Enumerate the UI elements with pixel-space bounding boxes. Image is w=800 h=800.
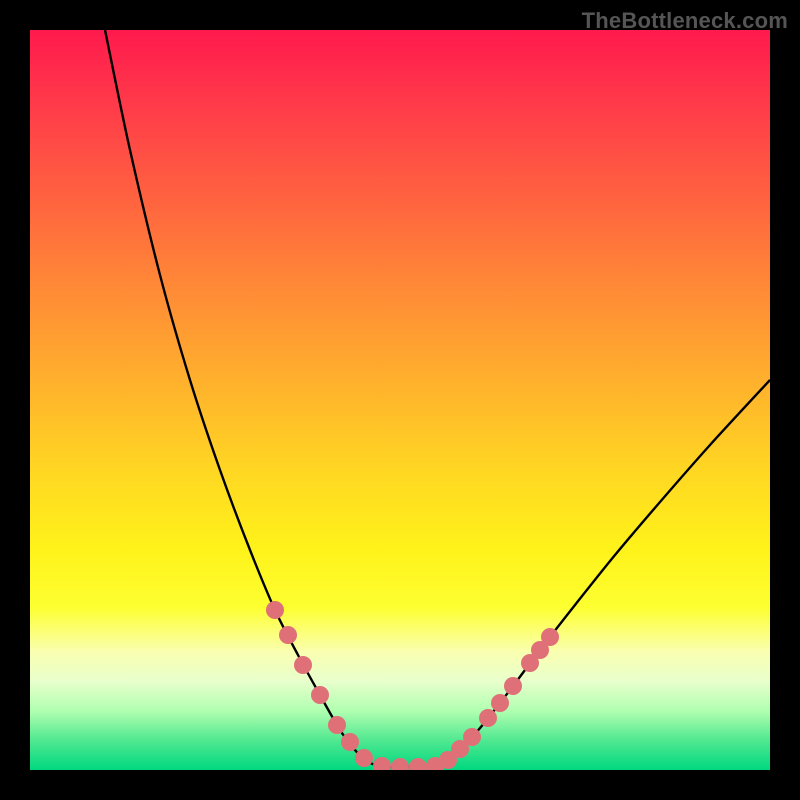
highlight-dot	[541, 628, 559, 646]
chart-frame: TheBottleneck.com	[0, 0, 800, 800]
highlight-dot	[279, 626, 297, 644]
plot-area	[30, 30, 770, 770]
curve-layer	[30, 30, 770, 770]
highlight-dot	[355, 749, 373, 767]
highlight-dot	[504, 677, 522, 695]
highlight-dot	[391, 758, 409, 770]
highlight-dot	[463, 728, 481, 746]
highlight-dot	[328, 716, 346, 734]
highlight-dot	[491, 694, 509, 712]
highlight-dot	[373, 757, 391, 770]
highlight-dots	[266, 601, 559, 770]
watermark-text: TheBottleneck.com	[582, 8, 788, 34]
highlight-dot	[409, 758, 427, 770]
highlight-dot	[266, 601, 284, 619]
highlight-dot	[311, 686, 329, 704]
highlight-dot	[341, 733, 359, 751]
highlight-dot	[479, 709, 497, 727]
bottleneck-curve	[105, 30, 770, 767]
highlight-dot	[294, 656, 312, 674]
